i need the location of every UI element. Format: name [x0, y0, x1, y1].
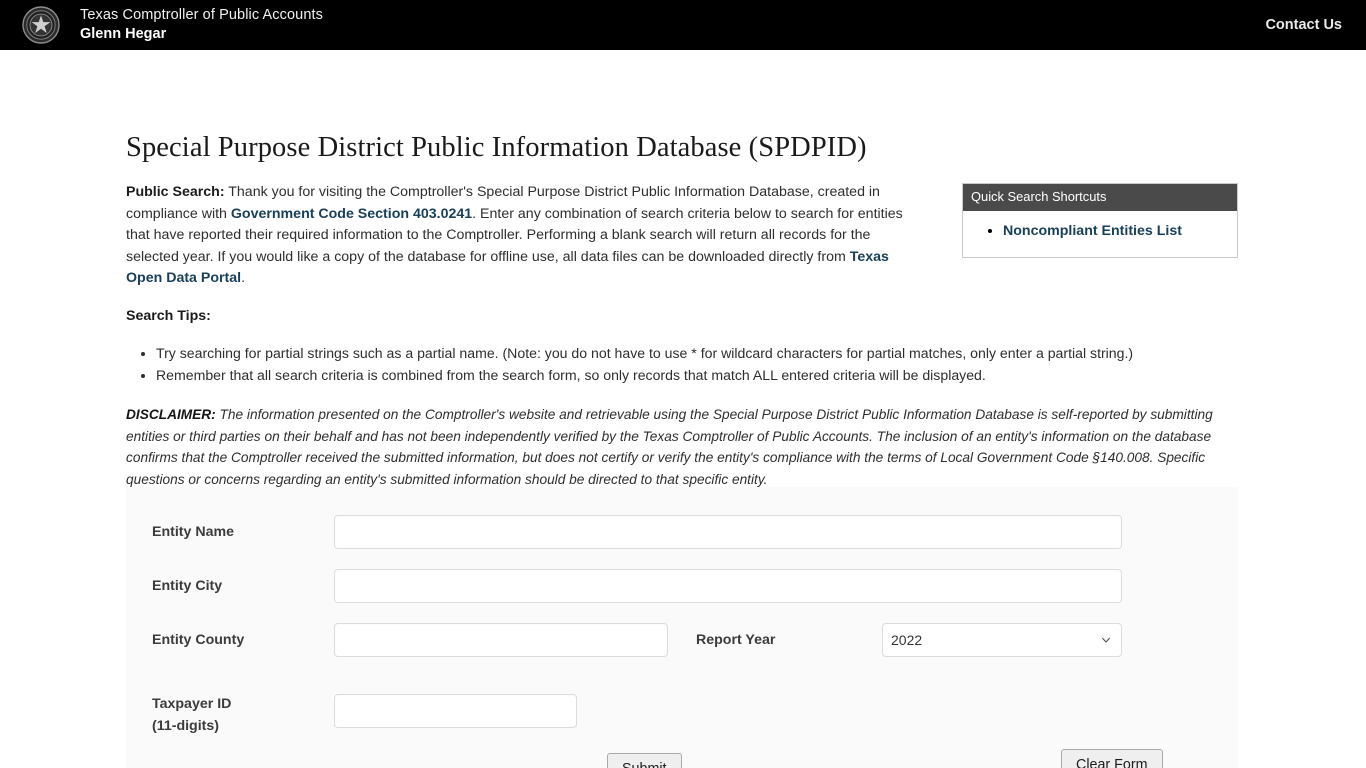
- intro-text-3: .: [241, 270, 246, 286]
- taxpayer-id-input[interactable]: [334, 694, 577, 728]
- entity-county-input[interactable]: [334, 623, 668, 657]
- report-year-select[interactable]: 20222021202020192018: [882, 623, 1122, 657]
- contact-us-link[interactable]: Contact Us: [1265, 17, 1342, 33]
- list-item: Try searching for partial strings such a…: [156, 342, 1256, 364]
- entity-name-input[interactable]: [334, 515, 1122, 549]
- entity-city-label: Entity City: [152, 578, 223, 594]
- page-title: Special Purpose District Public Informat…: [126, 132, 867, 163]
- noncompliant-entities-list-link[interactable]: Noncompliant Entities List: [1003, 223, 1182, 239]
- search-tips-list: Try searching for partial strings such a…: [126, 342, 1256, 386]
- brand-block: Texas Comptroller of Public Accounts Gle…: [80, 7, 323, 42]
- texas-state-seal-icon: [21, 5, 61, 45]
- disclaimer-paragraph: DISCLAIMER: The information presented on…: [126, 404, 1241, 490]
- report-year-row: Report Year 20222021202020192018: [696, 623, 1122, 657]
- disclaimer-label: DISCLAIMER:: [126, 407, 216, 422]
- intro-paragraph: Public Search: Thank you for visiting th…: [126, 182, 916, 290]
- list-item: Noncompliant Entities List: [1003, 221, 1229, 241]
- entity-name-row: Entity Name: [152, 515, 1122, 549]
- entity-county-row: Entity County: [152, 623, 668, 657]
- official-name: Glenn Hegar: [80, 26, 167, 42]
- site-header: Texas Comptroller of Public Accounts Gle…: [0, 0, 1366, 50]
- quick-search-shortcuts-box: Quick Search Shortcuts Noncompliant Enti…: [962, 183, 1238, 258]
- quick-search-body: Noncompliant Entities List: [963, 211, 1237, 257]
- report-year-label: Report Year: [696, 632, 776, 648]
- list-item: Remember that all search criteria is com…: [156, 364, 1256, 386]
- agency-name: Texas Comptroller of Public Accounts: [80, 7, 323, 24]
- government-code-link[interactable]: Government Code Section 403.0241: [231, 206, 472, 222]
- taxpayer-id-row: Taxpayer ID (11-digits): [152, 693, 577, 737]
- clear-form-button[interactable]: Clear Form: [1061, 749, 1163, 768]
- taxpayer-id-label-line2: (11-digits): [152, 718, 220, 734]
- search-tips-heading: Search Tips:: [126, 308, 211, 324]
- entity-name-label: Entity Name: [152, 524, 234, 540]
- search-form-panel: Entity Name Entity City Entity County Re…: [126, 487, 1238, 768]
- disclaimer-text: The information presented on the Comptro…: [126, 407, 1213, 487]
- public-search-label: Public Search:: [126, 184, 225, 200]
- report-year-select-wrap: 20222021202020192018: [882, 623, 1122, 657]
- entity-county-label: Entity County: [152, 632, 245, 648]
- submit-button[interactable]: Submit: [607, 753, 682, 768]
- quick-search-list: Noncompliant Entities List: [971, 221, 1229, 241]
- entity-city-row: Entity City: [152, 569, 1122, 603]
- taxpayer-id-label-group: Taxpayer ID (11-digits): [152, 693, 334, 737]
- quick-search-header: Quick Search Shortcuts: [963, 184, 1237, 211]
- taxpayer-id-label-line1: Taxpayer ID: [152, 696, 232, 712]
- entity-city-input[interactable]: [334, 569, 1122, 603]
